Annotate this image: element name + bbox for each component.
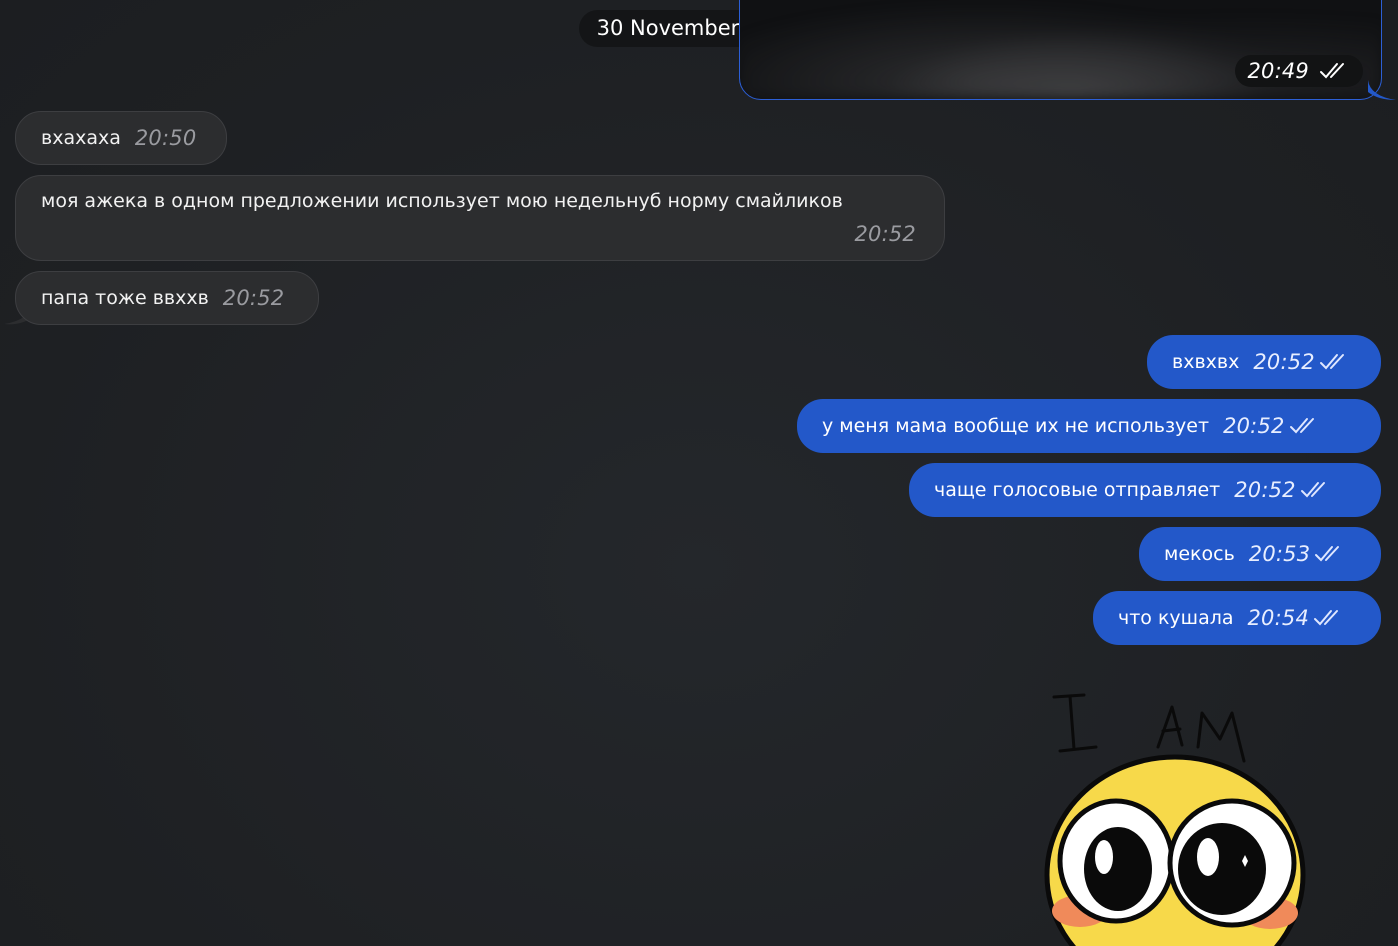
outgoing-message[interactable]: мекось 20:53 bbox=[1139, 527, 1381, 581]
message-text: мекось bbox=[1164, 543, 1235, 565]
double-check-icon bbox=[1300, 482, 1325, 498]
message-text: чаще голосовые отправляет bbox=[934, 479, 1221, 501]
outgoing-message[interactable]: что кушала 20:54 bbox=[1093, 591, 1381, 645]
message-time: 20:52 bbox=[222, 286, 285, 310]
outgoing-message[interactable]: чаще голосовые отправляет 20:52 bbox=[909, 463, 1381, 517]
message-time: 20:52 bbox=[1223, 414, 1285, 438]
media-message[interactable]: 20:49 bbox=[739, 0, 1382, 100]
cute-emoji-sticker-icon[interactable] bbox=[1040, 685, 1310, 946]
message-text: моя ажека в одном предложении использует… bbox=[41, 190, 843, 212]
incoming-message[interactable]: моя ажека в одном предложении использует… bbox=[15, 175, 945, 261]
double-check-icon bbox=[1289, 418, 1314, 434]
outgoing-message[interactable]: вхвхвх 20:52 bbox=[1147, 335, 1381, 389]
message-text: папа тоже ввххв bbox=[41, 287, 209, 309]
double-check-icon bbox=[1320, 63, 1344, 79]
message-time: 20:52 bbox=[1253, 350, 1315, 374]
message-text: у меня мама вообще их не использует bbox=[822, 415, 1210, 437]
outgoing-message[interactable]: у меня мама вообще их не использует 20:5… bbox=[797, 399, 1381, 453]
incoming-message[interactable]: вхахаха 20:50 bbox=[15, 111, 227, 165]
incoming-message[interactable]: папа тоже ввххв 20:52 bbox=[15, 271, 319, 325]
message-time: 20:49 bbox=[1247, 59, 1309, 83]
double-check-icon bbox=[1319, 354, 1344, 370]
message-time: 20:52 bbox=[1234, 478, 1296, 502]
message-text: что кушала bbox=[1118, 607, 1234, 629]
bubble-tail-outgoing bbox=[1368, 80, 1396, 100]
message-time: 20:50 bbox=[134, 126, 197, 150]
media-message-meta: 20:49 bbox=[1235, 55, 1363, 87]
message-time: 20:53 bbox=[1248, 542, 1311, 566]
double-check-icon bbox=[1315, 546, 1340, 562]
message-text: вхвхвх bbox=[1172, 351, 1240, 373]
message-time: 20:54 bbox=[1247, 606, 1310, 630]
message-text: вхахаха bbox=[41, 127, 121, 149]
chat-view[interactable]: 30 November 2022 20:49 вхахаха 20:50 моя… bbox=[0, 0, 1398, 946]
double-check-icon bbox=[1314, 610, 1339, 626]
message-time: 20:52 bbox=[854, 222, 916, 246]
